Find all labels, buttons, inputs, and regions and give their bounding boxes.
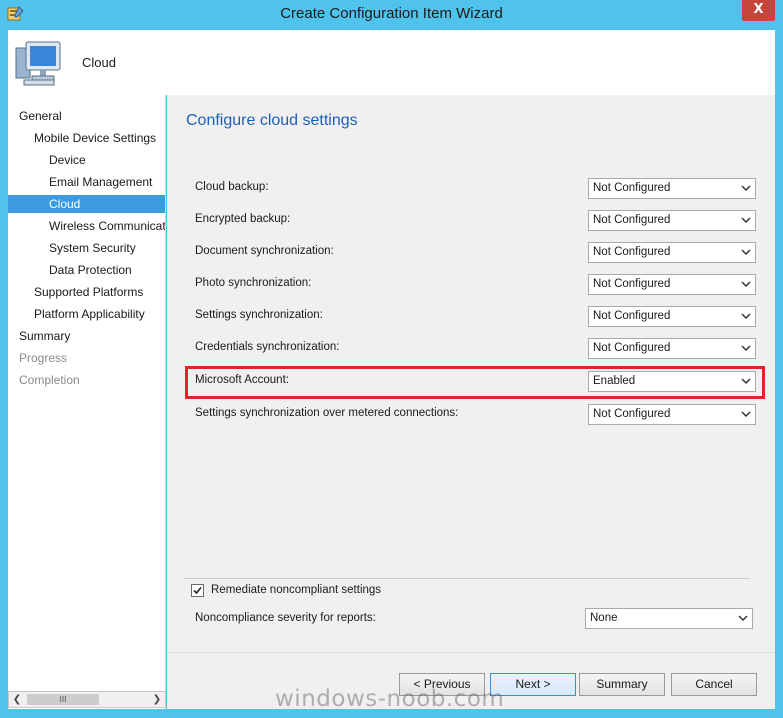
settings-divider <box>184 578 750 579</box>
microsoft-account-select[interactable]: Enabled <box>588 371 756 392</box>
site-watermark: windows-noob.com <box>275 686 505 712</box>
severity-value: None <box>590 612 618 624</box>
nav-item-mobile-device-settings[interactable]: Mobile Device Settings <box>8 129 165 147</box>
settings-sync-value: Not Configured <box>593 310 671 322</box>
scroll-thumb[interactable]: III <box>27 694 99 705</box>
nav-item-device[interactable]: Device <box>8 151 165 169</box>
credentials-sync-select[interactable]: Not Configured <box>588 338 756 359</box>
settings-sync-select[interactable]: Not Configured <box>588 306 756 327</box>
page-header: Cloud <box>8 30 775 95</box>
nav-item-cloud[interactable]: Cloud <box>8 195 165 213</box>
nav-item-progress: Progress <box>19 351 68 365</box>
nav-item-completion: Completion <box>19 373 80 387</box>
computer-icon <box>14 38 66 88</box>
cancel-button[interactable]: Cancel <box>671 673 757 696</box>
photo-sync-label: Photo synchronization: <box>195 277 312 289</box>
credentials-sync-label: Credentials synchronization: <box>195 341 340 353</box>
cloud-backup-select[interactable]: Not Configured <box>588 178 756 199</box>
nav-item-email-management[interactable]: Email Management <box>8 173 165 191</box>
page-title: Configure cloud settings <box>186 112 358 129</box>
chevron-down-icon <box>741 281 751 288</box>
severity-select[interactable]: None <box>585 608 753 629</box>
scroll-left-icon[interactable]: ❮ <box>9 692 25 707</box>
encrypted-backup-select[interactable]: Not Configured <box>588 210 756 231</box>
button-divider <box>167 652 775 653</box>
nav-item-summary[interactable]: Summary <box>8 327 165 345</box>
document-sync-value: Not Configured <box>593 246 671 258</box>
credentials-sync-value: Not Configured <box>593 342 671 354</box>
nav-item-general[interactable]: General <box>8 107 165 125</box>
metered-sync-select[interactable]: Not Configured <box>588 404 756 425</box>
nav-horizontal-scrollbar[interactable]: ❮ III ❯ <box>8 691 166 708</box>
severity-label: Noncompliance severity for reports: <box>195 612 376 624</box>
chevron-down-icon <box>738 615 748 622</box>
scroll-right-icon[interactable]: ❯ <box>149 692 165 707</box>
document-sync-select[interactable]: Not Configured <box>588 242 756 263</box>
remediate-label[interactable]: Remediate noncompliant settings <box>211 584 381 596</box>
microsoft-account-value: Enabled <box>593 375 636 387</box>
chevron-down-icon <box>741 378 751 385</box>
title-bar[interactable]: Create Configuration Item Wizard X <box>0 0 783 30</box>
chevron-down-icon <box>741 249 751 256</box>
chevron-down-icon <box>741 185 751 192</box>
cloud-backup-value: Not Configured <box>593 182 671 194</box>
nav-item-platform-applicability[interactable]: Platform Applicability <box>8 305 165 323</box>
chevron-down-icon <box>741 411 751 418</box>
nav-item-supported-platforms[interactable]: Supported Platforms <box>8 283 165 301</box>
microsoft-account-label: Microsoft Account: <box>195 374 289 386</box>
encrypted-backup-value: Not Configured <box>593 214 671 226</box>
encrypted-backup-label: Encrypted backup: <box>195 213 291 225</box>
metered-sync-value: Not Configured <box>593 408 671 420</box>
nav-item-data-protection[interactable]: Data Protection <box>8 261 165 279</box>
settings-sync-label: Settings synchronization: <box>195 309 323 321</box>
document-sync-label: Document synchronization: <box>195 245 334 257</box>
content-panel: Configure cloud settings Cloud backup: N… <box>167 95 775 709</box>
summary-button[interactable]: Summary <box>579 673 665 696</box>
window-title: Create Configuration Item Wizard <box>280 5 503 22</box>
chevron-down-icon <box>741 345 751 352</box>
header-title: Cloud <box>82 55 116 70</box>
wizard-nav: General Mobile Device Settings Device Em… <box>8 95 166 709</box>
chevron-down-icon <box>741 217 751 224</box>
remediate-checkbox[interactable] <box>191 584 204 597</box>
cloud-backup-label: Cloud backup: <box>195 181 269 193</box>
chevron-down-icon <box>741 313 751 320</box>
wizard-window: Create Configuration Item Wizard X Cloud… <box>0 0 783 718</box>
metered-sync-label: Settings synchronization over metered co… <box>195 407 459 419</box>
nav-item-system-security[interactable]: System Security <box>8 239 165 257</box>
close-button[interactable]: X <box>742 0 775 21</box>
photo-sync-value: Not Configured <box>593 278 671 290</box>
nav-item-wireless-communications[interactable]: Wireless Communications <box>8 217 165 235</box>
photo-sync-select[interactable]: Not Configured <box>588 274 756 295</box>
checkmark-icon <box>193 586 202 595</box>
